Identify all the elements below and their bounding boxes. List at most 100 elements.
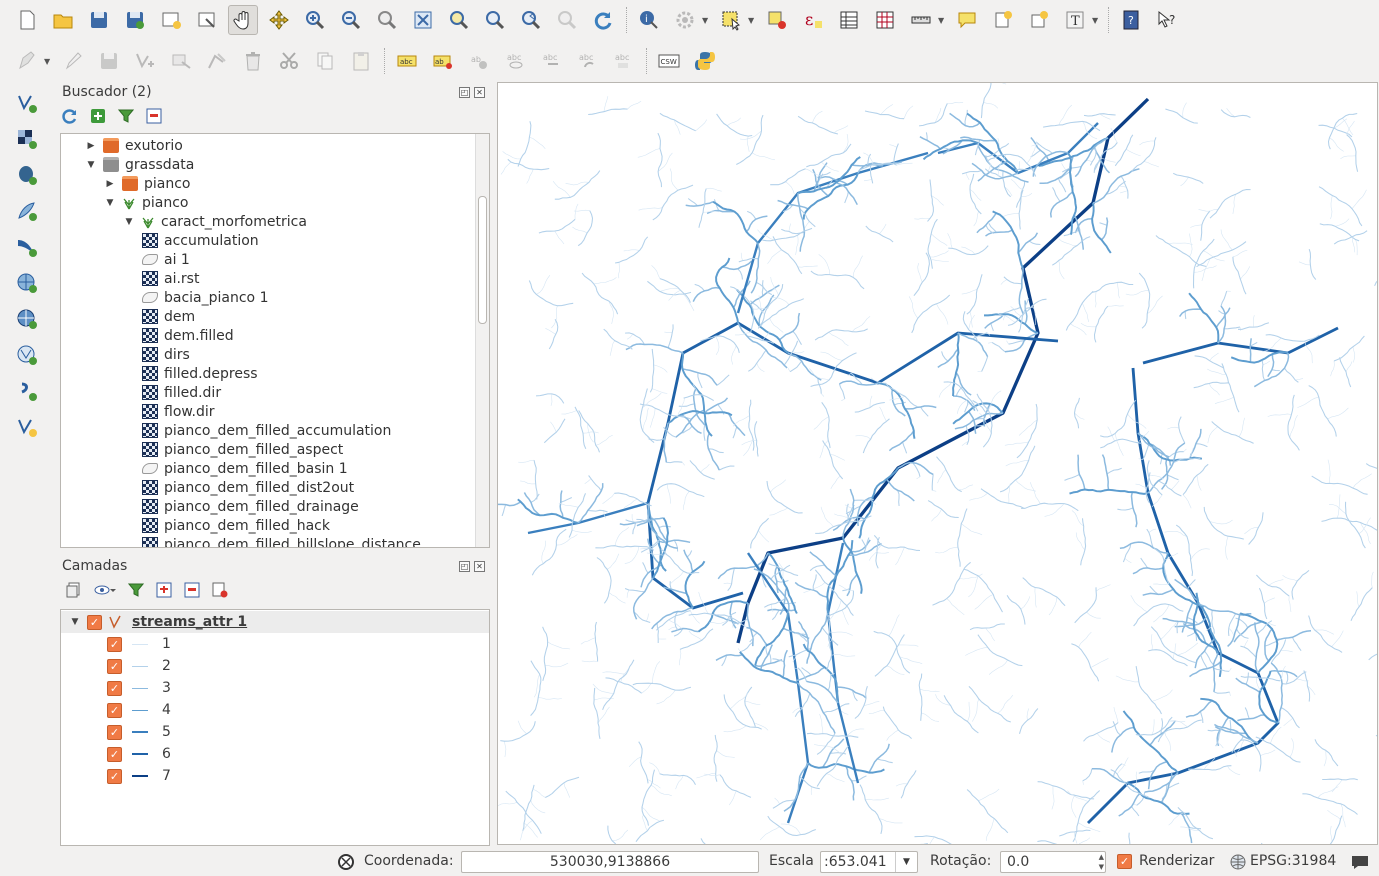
cut-features-icon[interactable] [274,46,304,76]
add-mssql-layer-icon[interactable] [10,232,44,262]
float-panel-icon[interactable]: ◰ [459,87,470,98]
identify-icon[interactable]: i [634,5,664,35]
chevron-down-icon[interactable]: ▼ [44,57,54,66]
crs-status[interactable]: EPSG:31984 [1250,853,1336,869]
add-feature-icon[interactable] [130,46,160,76]
add-group-icon[interactable] [66,582,82,598]
save-project-icon[interactable] [84,5,114,35]
zoom-in-icon[interactable] [300,5,330,35]
class-visibility-checkbox[interactable]: ✓ [107,658,122,674]
chevron-down-icon[interactable]: ▼ [1092,16,1102,25]
tree-item[interactable]: ▶ pianco [104,174,191,193]
collapse-all-icon[interactable] [146,108,162,124]
add-raster-layer-icon[interactable] [10,124,44,154]
add-selected-layers-icon[interactable] [90,108,106,124]
open-project-icon[interactable] [48,5,78,35]
add-wfs-layer-icon[interactable] [10,340,44,370]
class-visibility-checkbox[interactable]: ✓ [107,680,122,696]
tree-item[interactable]: pianco_dem_filled_drainage [142,497,359,516]
change-label-icon[interactable]: abc [608,46,638,76]
move-feature-icon[interactable] [166,46,196,76]
layer-labeling-icon[interactable]: abc [392,46,422,76]
tree-item[interactable]: pianco_dem_filled_dist2out [142,478,354,497]
rotation-spinbox[interactable]: 0.0 ▲ ▼ [1000,851,1106,873]
expand-all-icon[interactable] [156,582,172,598]
paste-features-icon[interactable] [346,46,376,76]
save-edits-icon[interactable] [94,46,124,76]
show-bookmarks-icon[interactable] [1024,5,1054,35]
map-canvas[interactable] [497,82,1378,845]
scale-combo[interactable]: :653.041 ▼ [820,851,918,873]
filter-legend-icon[interactable] [128,582,144,598]
spin-arrows-icon[interactable]: ▲ ▼ [1099,852,1104,872]
map-tips-icon[interactable] [952,5,982,35]
add-postgis-layer-icon[interactable] [10,160,44,190]
tree-item[interactable]: pianco_dem_filled_aspect [142,440,343,459]
close-icon[interactable]: ✕ [474,87,485,98]
tree-item[interactable]: filled.depress [142,364,258,383]
chevron-down-icon[interactable]: ▼ [104,198,116,208]
pan-to-selection-icon[interactable] [264,5,294,35]
current-edits-icon[interactable] [12,46,42,76]
chevron-down-icon[interactable]: ▼ [895,852,917,872]
tree-item[interactable]: filled.dir [142,383,221,402]
delete-selected-icon[interactable] [238,46,268,76]
tree-item[interactable]: ai.rst [142,269,199,288]
legend-class-row[interactable]: ✓ 4 [107,699,171,721]
render-checkbox[interactable]: ✓ [1117,854,1132,869]
filter-icon[interactable] [118,108,134,124]
tree-item[interactable]: dem.filled [142,326,234,345]
highlight-pinned-labels-icon[interactable]: ab [464,46,494,76]
add-wcs-layer-icon[interactable] [10,304,44,334]
tree-item[interactable]: dirs [142,345,190,364]
legend-class-row[interactable]: ✓ 2 [107,655,171,677]
toggle-editing-icon[interactable] [58,46,88,76]
chevron-down-icon[interactable]: ▼ [748,16,758,25]
class-visibility-checkbox[interactable]: ✓ [107,636,122,652]
zoom-selection-icon[interactable] [444,5,474,35]
refresh-icon[interactable] [588,5,618,35]
manage-visibility-icon[interactable] [94,582,116,598]
chevron-right-icon[interactable]: ▶ [85,141,97,151]
tree-item[interactable]: ▼ pianco [104,193,189,212]
messages-icon[interactable] [1351,854,1369,870]
new-print-composer-icon[interactable] [156,5,186,35]
zoom-native-icon[interactable] [372,5,402,35]
tree-item[interactable]: accumulation [142,231,259,250]
field-calculator-icon[interactable]: ε [798,5,828,35]
whats-this-icon[interactable]: ? [1152,5,1182,35]
tree-item[interactable]: bacia_pianco 1 [142,288,268,307]
legend-class-row[interactable]: ✓ 6 [107,743,171,765]
chevron-down-icon[interactable]: ▼ [702,16,712,25]
attribute-table-icon[interactable] [834,5,864,35]
zoom-next-icon[interactable] [552,5,582,35]
chevron-down-icon[interactable]: ▼ [85,160,97,170]
remove-layer-icon[interactable] [212,582,228,598]
zoom-last-icon[interactable] [516,5,546,35]
add-spatialite-layer-icon[interactable] [10,196,44,226]
composer-manager-icon[interactable] [192,5,222,35]
float-panel-icon[interactable]: ◰ [459,561,470,572]
tree-item[interactable]: ▼ caract_morfometrica [123,212,307,231]
zoom-out-icon[interactable] [336,5,366,35]
browser-scrollbar[interactable] [475,134,489,547]
tree-item[interactable]: flow.dir [142,402,215,421]
close-icon[interactable]: ✕ [474,561,485,572]
refresh-icon[interactable] [62,108,78,124]
class-visibility-checkbox[interactable]: ✓ [107,768,122,784]
coordinate-field[interactable]: 530030,9138866 [461,851,759,873]
legend-class-row[interactable]: ✓ 3 [107,677,171,699]
class-visibility-checkbox[interactable]: ✓ [107,746,122,762]
class-visibility-checkbox[interactable]: ✓ [107,702,122,718]
zoom-layer-icon[interactable] [480,5,510,35]
tree-item[interactable]: ▼ grassdata [85,155,195,174]
tree-item[interactable]: pianco_dem_filled_accumulation [142,421,391,440]
move-label-icon[interactable]: abc [536,46,566,76]
tree-item[interactable]: ai 1 [142,250,190,269]
select-features-icon[interactable] [716,5,746,35]
text-annotation-icon[interactable]: T [1060,5,1090,35]
pin-labels-icon[interactable]: ab [428,46,458,76]
pan-hand-icon[interactable] [228,5,258,35]
legend-class-row[interactable]: ✓ 5 [107,721,171,743]
crs-globe-icon[interactable] [1230,854,1246,870]
